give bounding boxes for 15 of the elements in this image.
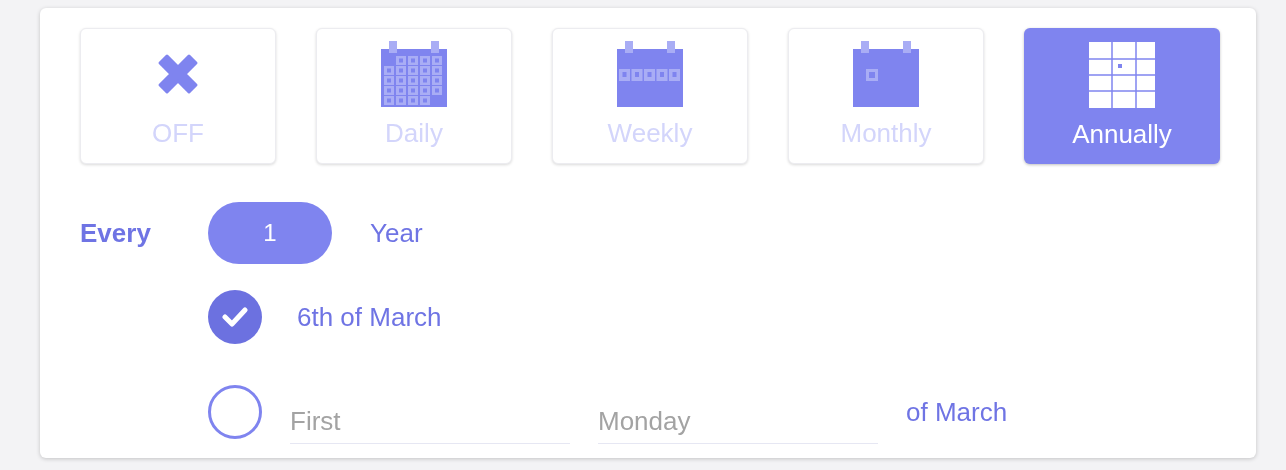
interval-field[interactable]: 1 xyxy=(208,202,332,264)
check-icon xyxy=(222,307,248,327)
calendar-icon xyxy=(615,39,685,109)
select-field[interactable]: First xyxy=(290,400,570,444)
every-label: Every xyxy=(80,216,152,250)
unit-label: Year xyxy=(370,216,423,250)
calendar-icon xyxy=(379,39,449,109)
select-field[interactable]: Monday xyxy=(598,400,878,444)
calendar-grid-icon xyxy=(1087,40,1157,110)
frequency-tab[interactable]: Annually xyxy=(1024,28,1220,164)
calendar-icon xyxy=(851,39,921,109)
month-label: of March xyxy=(906,395,1008,429)
date-label: 6th of March xyxy=(297,300,442,334)
radio-button[interactable] xyxy=(208,385,262,439)
checked-radio[interactable] xyxy=(208,290,262,344)
